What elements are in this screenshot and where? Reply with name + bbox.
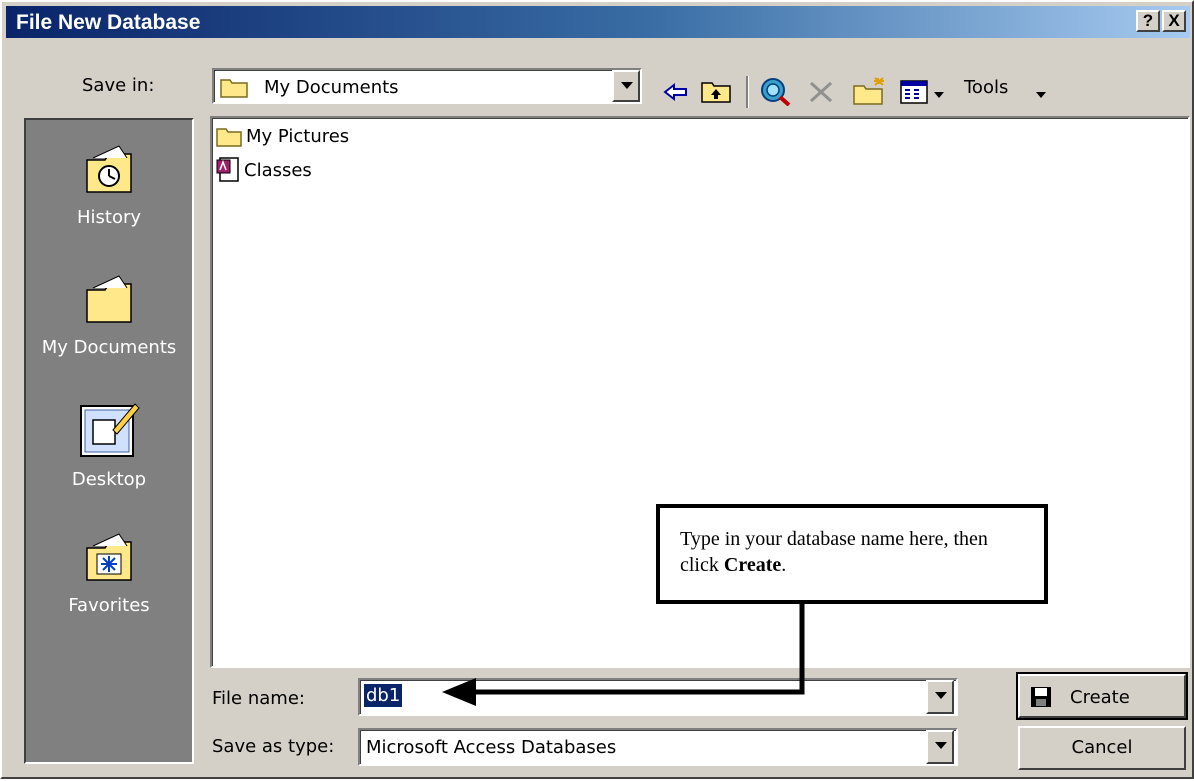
- places-bar: History My Documents Desktop Favorites: [24, 118, 194, 764]
- list-item-label: Classes: [244, 159, 312, 181]
- my-documents-icon: [86, 275, 132, 323]
- close-button[interactable]: X: [1162, 10, 1186, 32]
- list-item-classes[interactable]: Classes: [216, 156, 312, 184]
- places-my-documents[interactable]: My Documents: [26, 272, 192, 358]
- list-item-label: My Pictures: [246, 125, 350, 147]
- create-button[interactable]: Create: [1016, 672, 1188, 720]
- instruction-callout: Type in your database name here, then cl…: [656, 504, 1048, 604]
- cancel-button-label: Cancel: [1071, 737, 1133, 758]
- folder-icon: [220, 79, 248, 98]
- favorites-icon: [86, 533, 132, 581]
- dialog-title: File New Database: [16, 11, 201, 34]
- save-as-type-dropdown[interactable]: Microsoft Access Databases: [358, 728, 958, 766]
- toolbar-separator: [746, 76, 749, 108]
- access-db-icon: [216, 157, 239, 182]
- file-name-input[interactable]: db1: [358, 678, 958, 716]
- places-favorites-label: Favorites: [68, 595, 150, 616]
- title-bar[interactable]: File New Database ? X: [6, 6, 1190, 38]
- search-web-icon[interactable]: [758, 76, 792, 106]
- new-folder-icon[interactable]: [852, 76, 888, 106]
- delete-icon[interactable]: [808, 80, 834, 104]
- history-icon: [86, 145, 132, 193]
- views-dropdown-arrow-icon[interactable]: [934, 92, 944, 98]
- callout-end: .: [781, 554, 787, 576]
- places-desktop[interactable]: Desktop: [26, 400, 192, 490]
- file-name-value: db1: [364, 684, 403, 707]
- folder-icon: [216, 128, 242, 147]
- places-history-label: History: [76, 207, 142, 228]
- tools-dropdown-arrow-icon[interactable]: [1036, 92, 1046, 98]
- save-in-dropdown[interactable]: My Documents: [212, 68, 642, 104]
- views-icon[interactable]: [900, 80, 930, 104]
- file-new-database-dialog: File New Database ? X Save in: My Docume…: [0, 0, 1194, 779]
- save-disk-icon: [1031, 687, 1051, 707]
- file-name-label: File name:: [212, 688, 305, 709]
- places-history[interactable]: History: [26, 142, 192, 228]
- list-item-my-pictures[interactable]: My Pictures: [216, 122, 349, 150]
- desktop-icon: [80, 403, 140, 457]
- back-arrow-icon[interactable]: [662, 80, 690, 104]
- save-as-type-label: Save as type:: [212, 736, 335, 757]
- save-in-label: Save in:: [82, 75, 155, 96]
- create-button-label: Create: [1070, 687, 1130, 708]
- up-one-level-icon[interactable]: [700, 78, 732, 104]
- places-favorites[interactable]: Favorites: [26, 530, 192, 616]
- places-my-documents-label: My Documents: [41, 337, 177, 358]
- save-in-value: My Documents: [264, 77, 399, 98]
- help-button[interactable]: ?: [1136, 10, 1160, 32]
- tools-menu-button[interactable]: Tools: [964, 77, 1008, 98]
- file-name-dropdown-button[interactable]: [926, 680, 954, 714]
- save-as-type-value: Microsoft Access Databases: [366, 737, 617, 758]
- save-in-dropdown-button[interactable]: [612, 70, 640, 102]
- save-as-type-dropdown-button[interactable]: [926, 730, 954, 764]
- cancel-button[interactable]: Cancel: [1018, 726, 1186, 770]
- places-desktop-label: Desktop: [71, 469, 147, 490]
- callout-bold: Create: [723, 554, 782, 576]
